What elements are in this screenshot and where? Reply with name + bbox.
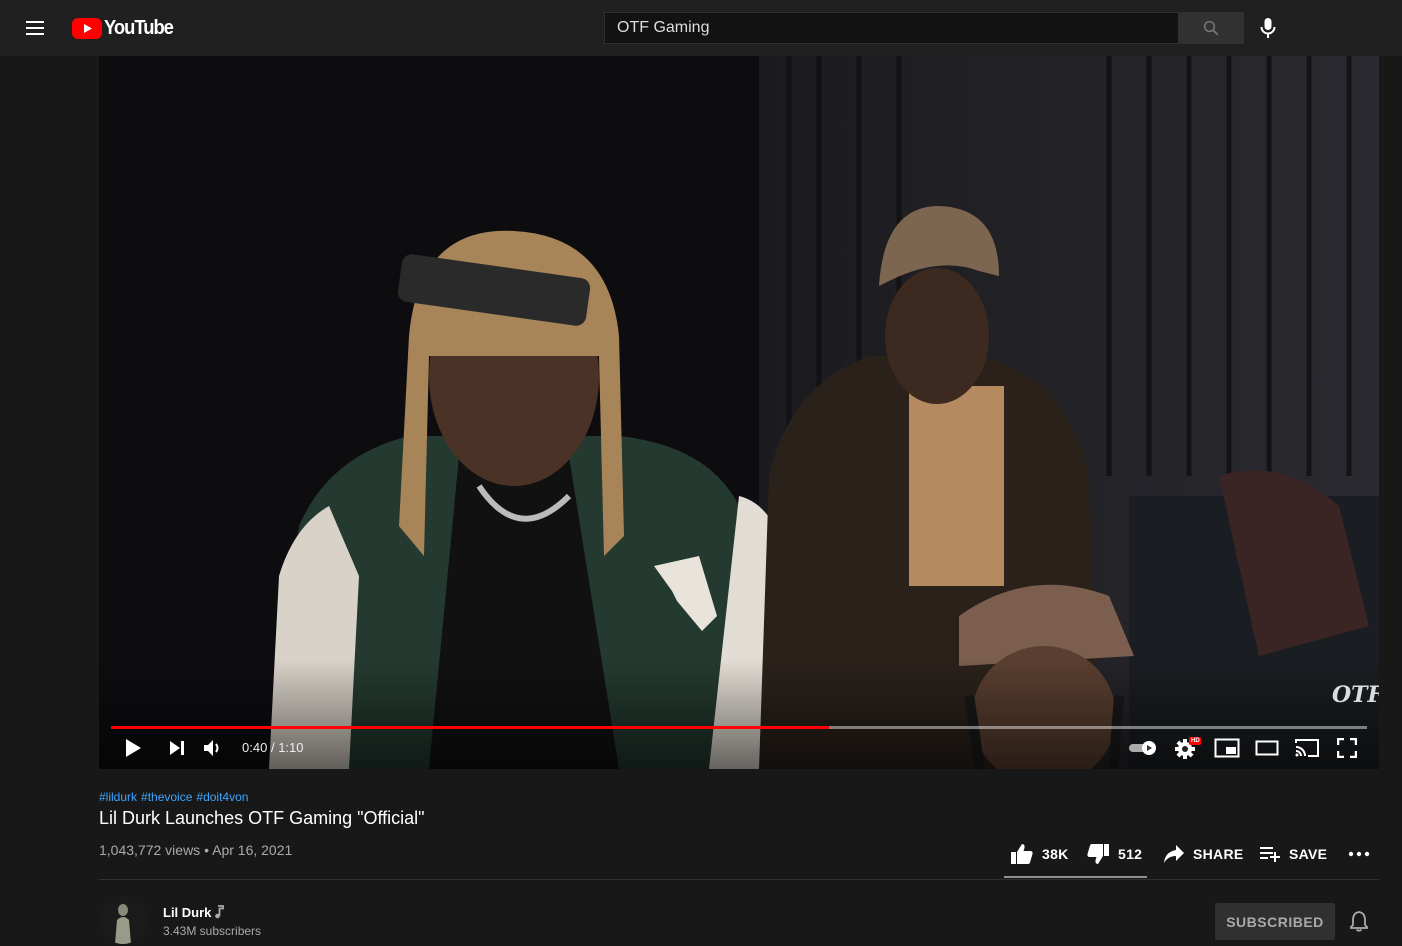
time-current: 0:40	[242, 740, 268, 755]
playlist-add-icon	[1260, 847, 1280, 862]
avatar-image	[99, 896, 147, 944]
time-total: 1:10	[278, 740, 304, 755]
search-bar	[604, 12, 1244, 44]
settings-button[interactable]: HD	[1175, 736, 1201, 760]
play-button[interactable]	[121, 736, 145, 760]
voice-search-button[interactable]	[1256, 16, 1280, 40]
next-button[interactable]	[165, 736, 189, 760]
youtube-logo[interactable]: YouTube	[72, 16, 179, 40]
hashtags: #lildurk #thevoice #doit4von	[99, 790, 252, 804]
theater-button[interactable]	[1254, 736, 1280, 760]
subscriber-count: 3.43M subscribers	[163, 924, 262, 938]
volume-icon	[204, 740, 219, 756]
fullscreen-icon	[1337, 738, 1357, 758]
view-count: 1,043,772 views	[99, 842, 201, 858]
dislike-count: 512	[1118, 846, 1143, 862]
music-note-icon	[215, 905, 224, 919]
meta-separator: •	[204, 842, 209, 858]
dislike-button[interactable]: 512	[1086, 840, 1142, 868]
cast-button[interactable]	[1293, 736, 1321, 760]
autoplay-toggle[interactable]	[1127, 736, 1159, 760]
masthead: YouTube	[0, 0, 1402, 56]
time-display: 0:40 / 1:10	[242, 740, 304, 755]
share-button[interactable]: SHARE	[1163, 840, 1244, 868]
menu-icon[interactable]	[24, 18, 48, 38]
share-label: SHARE	[1193, 846, 1244, 862]
share-icon	[1164, 845, 1184, 863]
youtube-play-logo-icon	[72, 17, 102, 39]
hd-badge: HD	[1191, 738, 1200, 744]
next-icon	[170, 741, 184, 755]
search-input[interactable]	[604, 12, 1179, 44]
video-player[interactable]: OTF 0:40 / 1:10 HD	[99, 56, 1379, 769]
thumbs-down-icon	[1087, 844, 1109, 864]
save-button[interactable]: SAVE	[1259, 840, 1327, 868]
progress-bar[interactable]	[111, 726, 1367, 729]
hashtag-link[interactable]: #lildurk	[99, 790, 137, 804]
hashtag-link[interactable]: #thevoice	[141, 790, 192, 804]
fullscreen-button[interactable]	[1335, 736, 1359, 760]
more-actions-button[interactable]	[1348, 840, 1370, 868]
upload-date: Apr 16, 2021	[212, 842, 293, 858]
play-icon	[126, 739, 141, 757]
save-label: SAVE	[1289, 846, 1328, 862]
autoplay-toggle-icon	[1129, 741, 1156, 755]
cast-icon	[1295, 739, 1319, 757]
like-button[interactable]: 38K	[1010, 840, 1069, 868]
video-meta: 1,043,772 views • Apr 16, 2021	[99, 842, 292, 858]
microphone-icon	[1260, 18, 1276, 38]
search-icon	[1203, 20, 1219, 36]
bell-icon	[1350, 911, 1368, 932]
video-title: Lil Durk Launches OTF Gaming "Official"	[99, 808, 425, 828]
sentiment-bar	[1004, 876, 1147, 878]
progress-played	[111, 726, 830, 729]
miniplayer-icon	[1214, 738, 1240, 758]
channel-name[interactable]: Lil Durk	[163, 905, 211, 920]
theater-icon	[1255, 740, 1279, 756]
time-separator: /	[270, 740, 275, 755]
search-button[interactable]	[1179, 12, 1244, 44]
logo-text: YouTube	[104, 16, 174, 39]
divider	[99, 879, 1379, 880]
notification-bell-button[interactable]	[1349, 910, 1369, 937]
miniplayer-button[interactable]	[1213, 736, 1241, 760]
channel-avatar[interactable]	[99, 896, 147, 944]
channel-watermark: OTF	[1332, 682, 1379, 708]
subscribed-button[interactable]: SUBSCRIBED	[1215, 903, 1335, 940]
thumbs-up-icon	[1011, 844, 1033, 864]
more-horizontal-icon	[1348, 851, 1370, 857]
hashtag-link[interactable]: #doit4von	[196, 790, 248, 804]
like-count: 38K	[1042, 846, 1069, 862]
volume-button[interactable]	[201, 736, 225, 760]
